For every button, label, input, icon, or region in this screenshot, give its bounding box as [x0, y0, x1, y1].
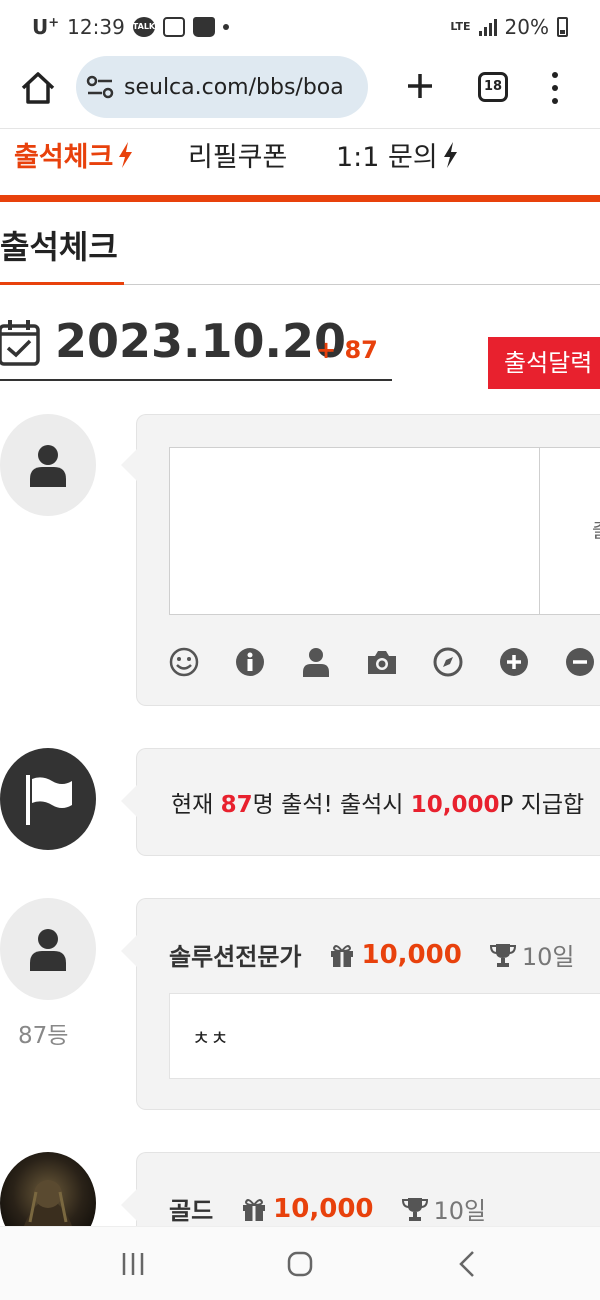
trophy-icon [489, 943, 516, 967]
date-underline [0, 379, 392, 381]
attendance-notice: 현재 87명 출석! 출석시 10,000P 지급합 [121, 748, 600, 856]
lightning-icon [443, 141, 457, 168]
entry-comment: ㅊㅊ [169, 993, 600, 1079]
attendance-calendar-button[interactable]: 출석달력 [488, 337, 600, 389]
form-toolbar [169, 647, 600, 679]
compass-icon[interactable] [433, 647, 463, 677]
voicemail-icon [162, 17, 185, 37]
talk-icon: TALK [132, 17, 155, 37]
attendance-count: + 87 [316, 336, 378, 364]
nav-divider [0, 195, 600, 202]
notice-avatar [0, 748, 96, 850]
notification-dot-icon [222, 24, 229, 30]
rank-label: 87등 [18, 1023, 69, 1049]
minus-circle-icon[interactable] [565, 647, 595, 677]
comment-form: 출 [121, 414, 600, 706]
trophy-icon [401, 1197, 428, 1221]
signal-icon [478, 18, 497, 36]
battery-percent: 20% [504, 15, 549, 39]
camera-icon[interactable] [367, 647, 397, 677]
back-icon[interactable] [453, 1249, 483, 1279]
attendance-date: 2023.10.20 [55, 314, 347, 368]
calendar-check-icon [0, 320, 40, 366]
entry-points: 10,000 [361, 939, 462, 970]
more-options-icon[interactable] [546, 68, 564, 108]
battery-icon [557, 17, 568, 37]
tab-switcher-button[interactable]: 18 [478, 72, 508, 102]
flag-icon [26, 775, 72, 825]
home-nav-icon[interactable] [285, 1249, 315, 1279]
page-title: 출석체크 [0, 228, 118, 266]
attendance-entry: 솔루션전문가 10,000 10일 ㅊㅊ [121, 898, 600, 1110]
home-icon[interactable] [18, 68, 58, 108]
address-bar[interactable]: seulca.com/bbs/boa [76, 56, 368, 118]
status-bar: U+ 12:39 TALK LTE 20% [0, 0, 600, 54]
user-icon[interactable] [301, 647, 331, 677]
entry-username[interactable]: 골드 [169, 1191, 213, 1226]
title-underline [0, 282, 124, 285]
lightning-icon [119, 141, 133, 168]
entry-username[interactable]: 솔루션전문가 [169, 937, 301, 972]
clock: 12:39 [67, 15, 125, 39]
new-tab-icon[interactable] [400, 66, 440, 106]
entry-points: 10,000 [273, 1193, 374, 1224]
entry-days: 10일 [521, 943, 575, 971]
notice-text: 현재 87명 출석! 출석시 10,000P 지급합 [171, 792, 585, 818]
avatar [0, 414, 96, 516]
system-nav-bar [0, 1226, 600, 1300]
nav-item-refill-coupon[interactable]: 리필쿠폰 [188, 135, 287, 174]
shopping-bag-icon [192, 17, 215, 37]
avatar [0, 898, 96, 1000]
submit-button[interactable]: 출 [540, 447, 600, 615]
nav-item-inquiry[interactable]: 1:1 문의 [336, 135, 458, 174]
title-divider [124, 284, 600, 285]
gift-icon [243, 1198, 266, 1221]
recent-apps-icon[interactable] [118, 1249, 148, 1279]
carrier-label: U+ [32, 15, 60, 39]
url-text: seulca.com/bbs/boa [124, 74, 344, 100]
nav-item-attendance[interactable]: 출석체크 [14, 135, 133, 174]
comment-textarea[interactable] [169, 447, 540, 615]
smile-icon[interactable] [169, 647, 199, 677]
user-icon [30, 929, 66, 971]
user-icon [30, 445, 66, 487]
site-nav: 출석체크 리필쿠폰 1:1 문의 [0, 128, 600, 196]
plus-circle-icon[interactable] [499, 647, 529, 677]
info-icon[interactable] [235, 647, 265, 677]
lte-icon: LTE [450, 20, 471, 33]
site-settings-icon[interactable] [86, 75, 114, 99]
gift-icon [331, 944, 354, 967]
entry-days: 10일 [433, 1197, 487, 1225]
browser-toolbar: seulca.com/bbs/boa 18 [0, 54, 600, 128]
